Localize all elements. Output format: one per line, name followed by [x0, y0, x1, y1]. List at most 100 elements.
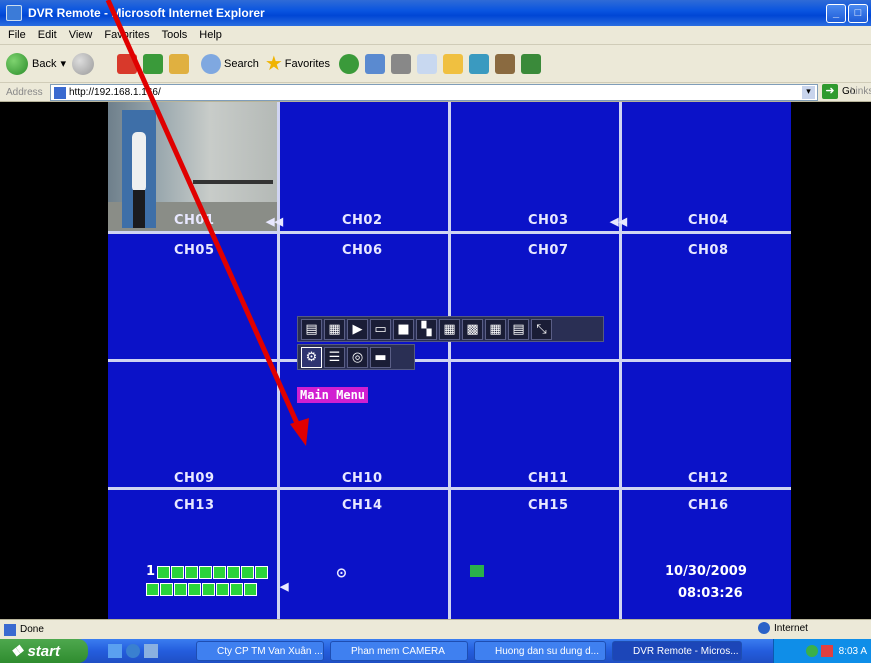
channel-label: CH13	[174, 498, 215, 513]
fullscreen-icon[interactable]: ⤡	[531, 318, 552, 340]
address-input[interactable]: http://192.168.1.166/ ▾	[50, 84, 818, 101]
page-icon	[4, 623, 16, 636]
channel-label: CH02	[342, 213, 383, 228]
messenger-icon[interactable]	[469, 53, 490, 74]
record-list-icon[interactable]: ▤	[301, 318, 322, 340]
globe-icon	[758, 622, 770, 634]
status-text: Done	[20, 624, 44, 635]
layout-9-icon[interactable]: ▦	[439, 318, 460, 340]
browser-window: DVR Remote - Microsoft Internet Explorer…	[0, 0, 871, 663]
status-number: 1	[146, 564, 156, 579]
task-button[interactable]: Phan mem CAMERA	[330, 641, 468, 661]
clock-icon: ⊙	[336, 565, 347, 580]
desktop-icon[interactable]	[144, 644, 158, 658]
title-bar: DVR Remote - Microsoft Internet Explorer…	[0, 0, 871, 26]
search-record-icon[interactable]: ☰	[324, 346, 345, 368]
chevron-down-icon[interactable]: ▾	[802, 86, 815, 99]
star-icon: ★	[264, 53, 283, 75]
channel-label: CH12	[688, 471, 729, 486]
maximize-button[interactable]: □	[848, 4, 868, 23]
forward-button[interactable]	[72, 52, 98, 75]
search-button[interactable]: Search	[198, 53, 259, 74]
play-icon[interactable]: ▶	[347, 318, 368, 340]
ie-icon	[6, 5, 22, 21]
channel-label: CH08	[688, 243, 729, 258]
record-status-row-1	[157, 566, 269, 579]
ptz-icon[interactable]: ◎	[347, 346, 368, 368]
channel-label: CH15	[528, 498, 569, 513]
mail-icon[interactable]	[365, 53, 386, 74]
window-title: DVR Remote - Microsoft Internet Explorer	[28, 6, 265, 20]
history-icon[interactable]	[339, 53, 360, 74]
grid-line	[108, 487, 791, 490]
task-button[interactable]: Huong dan su dung d...	[474, 641, 606, 661]
toolbar: Back ▾ Search ★ Favorites	[0, 45, 871, 83]
menu-file[interactable]: File	[8, 29, 26, 41]
start-button[interactable]: ❖ start	[0, 639, 88, 663]
stop-icon[interactable]	[117, 53, 137, 74]
layout-4-icon[interactable]: ▚	[416, 318, 437, 340]
menu-tools[interactable]: Tools	[162, 29, 188, 41]
links-label[interactable]: Links	[850, 86, 871, 97]
channel-label: CH03	[528, 213, 569, 228]
layout-1-icon[interactable]: ■	[393, 318, 414, 340]
system-tray: 8:03 A	[773, 639, 871, 663]
layout-16-icon[interactable]: ▦	[485, 318, 506, 340]
record-status-row-2	[146, 583, 258, 596]
discuss-icon[interactable]	[521, 53, 542, 74]
speaker-icon: ◀	[280, 581, 289, 593]
grid-line	[108, 231, 791, 234]
go-arrow-icon: ➜	[822, 84, 838, 99]
channel-label: CH06	[342, 243, 383, 258]
home-icon[interactable]	[169, 53, 189, 74]
layout-custom-icon[interactable]: ▤	[508, 318, 529, 340]
channel-label: CH09	[174, 471, 215, 486]
menu-edit[interactable]: Edit	[38, 29, 57, 41]
address-label: Address	[6, 86, 43, 98]
channel-label: CH07	[528, 243, 569, 258]
gear-icon[interactable]: ⚙	[301, 346, 322, 368]
edit-icon[interactable]	[417, 53, 438, 74]
taskbar: ❖ start Cty CP TM Van Xuân ... Phan mem …	[0, 639, 871, 663]
menu-favorites[interactable]: Favorites	[104, 29, 149, 41]
task-button-active[interactable]: DVR Remote - Micros...	[612, 641, 742, 661]
camera-feed-ch01[interactable]	[108, 102, 278, 231]
back-arrow-icon	[6, 52, 28, 75]
task-button[interactable]: Cty CP TM Van Xuân ...	[196, 641, 324, 661]
forward-arrow-icon	[72, 52, 94, 75]
channel-label: CH16	[688, 498, 729, 513]
page-content: CH01 CH02 CH03 CH04 CH05 CH06 CH07 CH08 …	[0, 102, 871, 619]
network-icon	[470, 565, 484, 577]
page-icon	[54, 87, 66, 99]
dvr-display[interactable]: CH01 CH02 CH03 CH04 CH05 CH06 CH07 CH08 …	[108, 102, 791, 619]
channel-label: CH01	[174, 213, 215, 228]
menu-help[interactable]: Help	[199, 29, 222, 41]
dvr-time: 08:03:26	[678, 586, 743, 601]
main-menu-tooltip: Main Menu	[297, 387, 369, 403]
search-icon	[201, 53, 221, 74]
menu-view[interactable]: View	[69, 29, 93, 41]
film-icon[interactable]: ▦	[324, 318, 345, 340]
refresh-icon[interactable]	[143, 53, 163, 74]
dvr-date: 10/30/2009	[665, 564, 747, 579]
favorites-button[interactable]: ★ Favorites	[265, 51, 330, 76]
tray-icon[interactable]	[805, 645, 818, 657]
address-bar: Address http://192.168.1.166/ ▾ ➜ Go Lin…	[0, 83, 871, 102]
layout-13-icon[interactable]: ▩	[462, 318, 483, 340]
backup-icon[interactable]: ▬	[370, 346, 391, 368]
channel-label: CH05	[174, 243, 215, 258]
research-icon[interactable]	[495, 53, 516, 74]
back-button[interactable]: Back ▾	[6, 52, 66, 75]
monitor-icon[interactable]: ▭	[370, 318, 391, 340]
channel-label: CH10	[342, 471, 383, 486]
status-bar: Done Internet	[0, 619, 871, 639]
menu-bar: File Edit View Favorites Tools Help	[0, 26, 871, 45]
ie-launch-icon[interactable]	[126, 644, 140, 658]
grid-line	[108, 359, 791, 362]
folder-icon[interactable]	[443, 53, 464, 74]
quick-launch-icon[interactable]	[108, 644, 122, 658]
minimize-button[interactable]: _	[826, 4, 846, 23]
tray-icon[interactable]	[820, 645, 833, 657]
print-icon[interactable]	[391, 53, 412, 74]
speaker-icon: ◀◀	[610, 216, 627, 228]
